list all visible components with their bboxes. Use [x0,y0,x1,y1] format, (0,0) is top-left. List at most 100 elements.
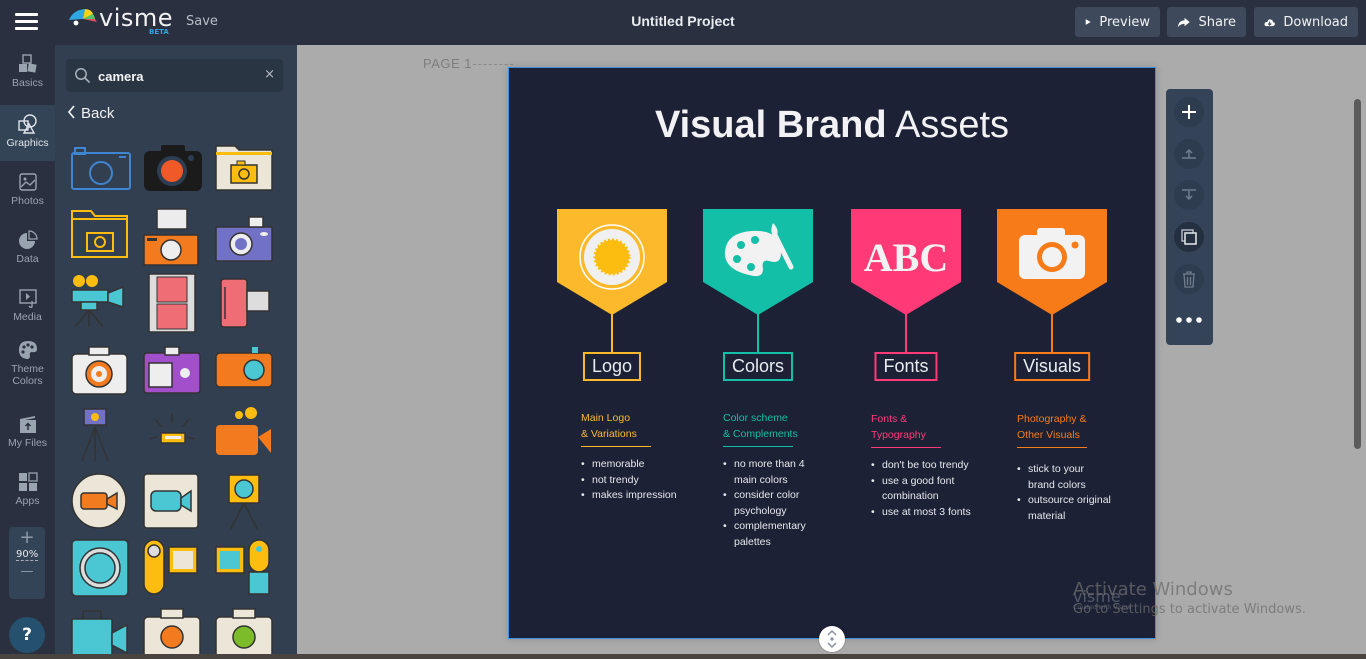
graphics-panel: × Back [55,45,297,659]
search-box: × [66,59,283,92]
instant-camera-icon[interactable] [141,207,203,267]
zoom-out-button[interactable]: — [9,561,45,583]
clear-search-button[interactable]: × [264,67,275,82]
more-options-button[interactable] [1174,305,1204,335]
nav-data[interactable]: Data [0,229,55,285]
film-roll-icon[interactable] [213,273,275,333]
category-label: Colors [722,352,794,381]
back-label: Back [81,105,115,122]
yellow-folder-camera-icon[interactable] [69,207,131,267]
share-button[interactable]: Share [1167,7,1246,37]
nav-apps[interactable]: Apps [0,471,55,527]
page-resize-handle[interactable] [819,626,845,652]
visme-watermark: visme Created with Visme [1073,587,1132,611]
column-details: Color scheme & Complements no more than … [723,410,843,550]
logo-banner [557,209,667,315]
orange-video-camera-icon[interactable] [213,405,275,465]
search-input[interactable] [98,66,258,86]
purple-dslr-icon[interactable] [141,339,203,399]
subtitle-line: Fonts & [871,413,908,425]
fonts-banner: ABC [851,209,961,315]
black-camera-icon[interactable] [141,141,203,201]
duplicate-icon [1181,229,1197,245]
left-nav: Basics Graphics Photos Data Media Theme … [0,45,55,659]
column-logo[interactable]: Logo Main Logo & Variations memorable no… [557,208,677,503]
page-label: PAGE 1 [423,56,473,71]
subtitle-line: & Variations [581,428,637,440]
circle-video-icon[interactable] [69,471,131,531]
purple-camera-icon[interactable] [213,207,275,267]
media-icon [18,289,37,308]
nav-label: Basics [12,77,43,89]
nav-label: Apps [15,495,40,507]
duplicate-page-button[interactable] [1174,222,1204,252]
back-button[interactable]: Back [67,105,114,122]
bullet-list: no more than 4 main colors consider colo… [723,457,819,550]
apps-grid-icon [18,472,38,491]
connector-line [611,314,613,352]
nav-basics[interactable]: Basics [0,53,55,109]
beta-badge: BETA [149,28,169,36]
visuals-banner [997,209,1107,315]
outline-camera-icon[interactable] [69,141,131,201]
bullet-item: makes impression [581,488,701,504]
bullet-list: stick to your brand colors outsource ori… [1017,462,1113,524]
delete-page-button[interactable] [1174,264,1204,294]
subtitle-line: Other Visuals [1017,429,1080,441]
zoom-in-button[interactable]: + [9,527,45,549]
yellow-camcorder-icon[interactable] [141,537,203,597]
subtitle-line: Typography [871,429,926,441]
folder-camera-icon[interactable] [213,141,275,201]
design-title[interactable]: Visual Brand Assets [509,104,1155,147]
preview-button[interactable]: Preview [1075,7,1160,37]
bullet-item: memorable [581,457,701,473]
title-light: Assets [895,104,1010,146]
title-bold: Visual Brand [654,104,887,146]
lens-icon[interactable] [69,537,131,597]
bullet-item: stick to your brand colors [1017,462,1113,493]
colors-banner [703,209,813,315]
download-button[interactable]: Download [1254,7,1358,37]
square-video-icon[interactable] [141,471,203,531]
project-title[interactable]: Untitled Project [631,13,734,29]
column-fonts[interactable]: ABC Fonts Fonts & Typography don't be to… [851,208,971,520]
pie-chart-icon [18,230,38,249]
beige-camera-green-icon[interactable] [213,603,275,659]
connector-line [757,314,759,352]
menu-icon[interactable] [15,13,38,31]
teal-video-camera-icon[interactable] [69,603,131,659]
film-projector-icon[interactable] [69,273,131,333]
column-visuals[interactable]: Visuals Photography & Other Visuals stic… [997,208,1111,522]
save-button[interactable]: Save [186,14,218,29]
visme-logo[interactable]: visme BETA [67,4,177,38]
orange-camera-icon[interactable] [213,339,275,399]
bullet-item: complementary palettes [723,519,819,550]
vertical-scrollbar[interactable] [1354,99,1361,449]
bullet-item: consider color psychology [723,488,819,519]
zoom-value[interactable]: 90% [16,549,38,561]
taskbar-edge [0,654,1366,659]
nav-photos[interactable]: Photos [0,171,55,227]
palette-icon [18,341,37,359]
beige-camera-orange-icon[interactable] [141,603,203,659]
nav-graphics[interactable]: Graphics [0,105,55,161]
column-colors[interactable]: Colors Color scheme & Complements no mor… [703,208,813,548]
help-button[interactable]: ? [9,617,45,653]
page-label-divider [473,64,513,65]
white-camera-icon[interactable] [69,339,131,399]
design-page[interactable]: Visual Brand Assets Logo Main Logo & Var… [508,67,1156,639]
yellow-tripod-camera-icon[interactable] [213,471,275,531]
film-strip-icon[interactable] [141,273,203,333]
move-page-up-button[interactable] [1174,139,1204,169]
plus-icon [1182,105,1196,119]
watermark-sub: Created with Visme [1073,604,1132,611]
blocks-icon [18,54,37,73]
nav-media[interactable]: Media [0,287,55,343]
blue-camcorder-icon[interactable] [213,537,275,597]
nav-theme-colors[interactable]: Theme Colors [0,339,55,391]
flash-light-icon[interactable] [141,405,203,465]
add-page-button[interactable] [1174,97,1204,127]
tripod-camera-icon[interactable] [69,405,131,465]
move-page-down-button[interactable] [1174,180,1204,210]
nav-my-files[interactable]: My Files [0,413,55,469]
